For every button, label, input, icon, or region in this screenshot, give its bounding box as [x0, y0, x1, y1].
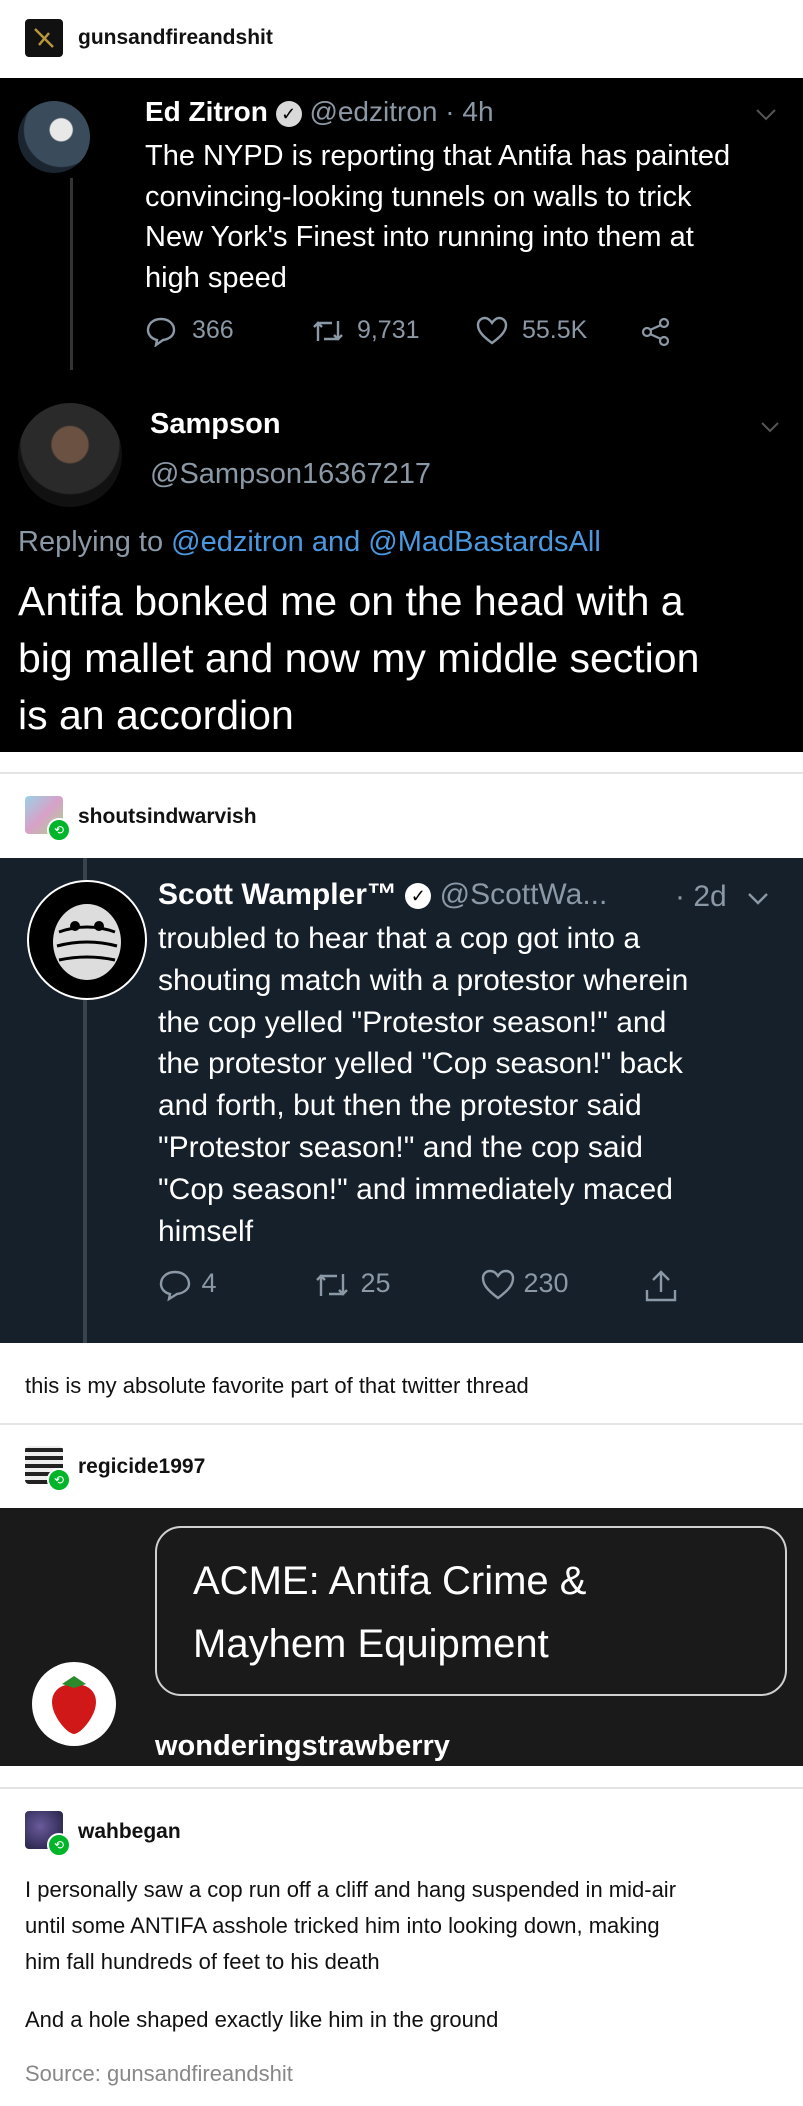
strawberry-icon: [52, 1676, 96, 1734]
like-button[interactable]: 230: [480, 1268, 569, 1302]
reply-text: Antifa bonked me on the head with a big …: [18, 578, 700, 738]
reply-author-name[interactable]: Sampson: [150, 408, 281, 441]
tweet-author-name[interactable]: Ed Zitron: [145, 96, 268, 127]
post-username[interactable]: wahbegan: [78, 1820, 181, 1844]
share-icon[interactable]: [640, 317, 672, 347]
share-icon[interactable]: [643, 1268, 679, 1304]
thread-line: [70, 178, 73, 370]
bird-avatar-icon: [34, 28, 54, 48]
tweet-screenshot-edzitron: Ed Zitron ✓ @edzitron · 4h The NYPD is r…: [0, 78, 803, 752]
tweet-actions: 366 9,731 55.5K: [145, 315, 705, 355]
tweet-author-line: Scott Wampler™ ✓ @ScottWa...: [158, 878, 607, 912]
replying-to: Replying to @edzitron and @MadBastardsAl…: [18, 526, 601, 558]
source-link[interactable]: gunsandfireandshit: [107, 2061, 293, 2086]
heart-icon: [476, 316, 508, 345]
quote-screenshot: ACME: Antifa Crime & Mayhem Equipment wo…: [0, 1508, 803, 1766]
avatar: [18, 101, 90, 173]
retweet-icon: [313, 321, 343, 341]
chevron-down-icon[interactable]: [760, 421, 780, 433]
tweet-text: The NYPD is reporting that Antifa has pa…: [145, 140, 731, 294]
post-divider: [0, 772, 803, 774]
tweet-screenshot-scottwampler: Scott Wampler™ ✓ @ScottWa... · 2d troubl…: [0, 858, 803, 1343]
retweet-button[interactable]: 25: [313, 1268, 391, 1302]
replying-to-links[interactable]: @edzitron and @MadBastardsAll: [171, 526, 601, 558]
verified-badge-icon: ✓: [275, 100, 302, 127]
tweet-author-name[interactable]: Scott Wampler™: [158, 878, 397, 911]
quote-text: ACME: Antifa Crime & Mayhem Equipment: [193, 1559, 587, 1666]
heart-icon: [481, 1269, 515, 1300]
tweet-handle[interactable]: @ScottWa...: [440, 878, 608, 911]
quote-author[interactable]: wonderingstrawberry: [155, 1730, 450, 1763]
post3-header: ⟲ regicide1997: [25, 1446, 625, 1492]
verified-badge-icon: ✓: [405, 883, 432, 910]
post1-header: gunsandfireandshit: [25, 19, 625, 59]
avatar: [32, 1662, 116, 1746]
post-divider: [0, 1423, 803, 1425]
chevron-down-icon[interactable]: [747, 892, 769, 906]
avatar: [27, 880, 147, 1000]
post-divider: [0, 1787, 803, 1789]
reply-button[interactable]: 366: [145, 315, 234, 348]
post4-header: ⟲ wahbegan: [25, 1811, 625, 1857]
post2-header: ⟲ shoutsindwarvish: [25, 796, 625, 842]
reblog-icon: ⟲: [47, 1833, 71, 1857]
reply-icon: [159, 1270, 191, 1302]
tweet-actions: 4 25 230: [158, 1268, 688, 1308]
avatar: [18, 403, 122, 507]
reblog-icon: ⟲: [47, 818, 71, 842]
post-comment: this is my absolute favorite part of tha…: [25, 1373, 529, 1398]
creature-avatar-icon: [53, 904, 121, 980]
tweet-time: · 2d: [675, 880, 727, 913]
tweet-author-line: Ed Zitron ✓ @edzitron · 4h: [145, 96, 494, 128]
post-username[interactable]: gunsandfireandshit: [78, 26, 273, 50]
reply-icon: [146, 317, 176, 348]
post-username[interactable]: regicide1997: [78, 1455, 205, 1479]
post-username[interactable]: shoutsindwarvish: [78, 805, 257, 829]
like-button[interactable]: 55.5K: [475, 315, 587, 347]
tweet-time: · 4h: [445, 96, 494, 127]
tweet-handle[interactable]: @edzitron: [309, 96, 437, 127]
post-source: Source: gunsandfireandshit: [25, 2061, 293, 2086]
tweet-text: troubled to hear that a cop got into a s…: [158, 922, 689, 1248]
post-body-paragraph: I personally saw a cop run off a cliff a…: [25, 1877, 677, 1974]
reply-button[interactable]: 4: [158, 1268, 217, 1302]
reblog-icon: ⟲: [47, 1468, 71, 1492]
reply-handle[interactable]: @Sampson16367217: [150, 458, 431, 491]
retweet-button[interactable]: 9,731: [310, 315, 420, 347]
post-body-paragraph: And a hole shaped exactly like him in th…: [25, 2007, 499, 2032]
retweet-icon: [316, 1274, 348, 1296]
avatar[interactable]: [25, 19, 63, 57]
chevron-down-icon[interactable]: [755, 108, 777, 122]
